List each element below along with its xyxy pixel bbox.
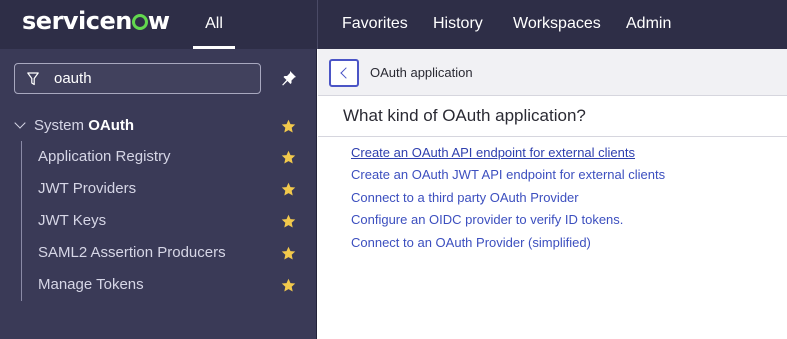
menu-item-manage-tokens[interactable]: Manage Tokens — [38, 276, 144, 296]
link-oauth-provider-simplified[interactable]: Connect to an OAuth Provider (simplified… — [351, 235, 591, 250]
nav-workspaces[interactable]: Workspaces — [513, 0, 601, 49]
link-oidc-provider[interactable]: Configure an OIDC provider to verify ID … — [351, 212, 623, 227]
navigator-filter-input[interactable]: oauth — [14, 63, 261, 94]
nav-history[interactable]: History — [433, 0, 483, 49]
menu-item-saml2-assertion-producers[interactable]: SAML2 Assertion Producers — [38, 244, 226, 264]
star-icon[interactable] — [281, 246, 296, 261]
logo-text-part: w — [147, 7, 170, 35]
link-third-party-oauth-provider[interactable]: Connect to a third party OAuth Provider — [351, 190, 579, 205]
star-icon[interactable] — [281, 119, 296, 134]
star-icon[interactable] — [281, 278, 296, 293]
application-navigator: oauth System OAuth Application Registry … — [0, 49, 317, 339]
chevron-left-icon — [340, 67, 352, 79]
link-oauth-api-endpoint[interactable]: Create an OAuth API endpoint for externa… — [351, 145, 635, 160]
menu-group-system-oauth[interactable]: System OAuth — [14, 117, 135, 137]
nav-favorites[interactable]: Favorites — [342, 0, 408, 49]
content-header: OAuth application — [318, 49, 787, 96]
link-oauth-jwt-api-endpoint[interactable]: Create an OAuth JWT API endpoint for ext… — [351, 167, 665, 182]
star-icon[interactable] — [281, 182, 296, 197]
page-title: OAuth application — [370, 65, 473, 80]
section-divider — [318, 136, 787, 137]
section-heading: What kind of OAuth application? — [343, 106, 586, 125]
all-menu-tab[interactable]: All — [193, 0, 235, 49]
menu-item-jwt-keys[interactable]: JWT Keys — [38, 212, 106, 232]
back-button[interactable] — [329, 59, 359, 87]
group-label-prefix: System — [34, 117, 89, 134]
logo-text-part: service — [22, 7, 116, 35]
filter-icon — [27, 72, 39, 86]
chevron-down-icon — [14, 117, 26, 129]
logo-o-icon — [131, 14, 148, 30]
nav-admin[interactable]: Admin — [626, 0, 671, 49]
star-icon[interactable] — [281, 214, 296, 229]
servicenow-logo[interactable]: servicen w — [22, 7, 170, 35]
logo-text-part: n — [115, 7, 132, 35]
group-label-match: OAuth — [88, 117, 135, 134]
tree-line — [21, 141, 22, 301]
top-header: servicen w All Favorites History Workspac… — [0, 0, 787, 49]
pin-icon[interactable] — [281, 70, 297, 86]
filter-value: oauth — [54, 70, 92, 87]
star-icon[interactable] — [281, 150, 296, 165]
header-divider — [317, 0, 318, 49]
menu-item-application-registry[interactable]: Application Registry — [38, 148, 171, 168]
menu-item-jwt-providers[interactable]: JWT Providers — [38, 180, 136, 200]
